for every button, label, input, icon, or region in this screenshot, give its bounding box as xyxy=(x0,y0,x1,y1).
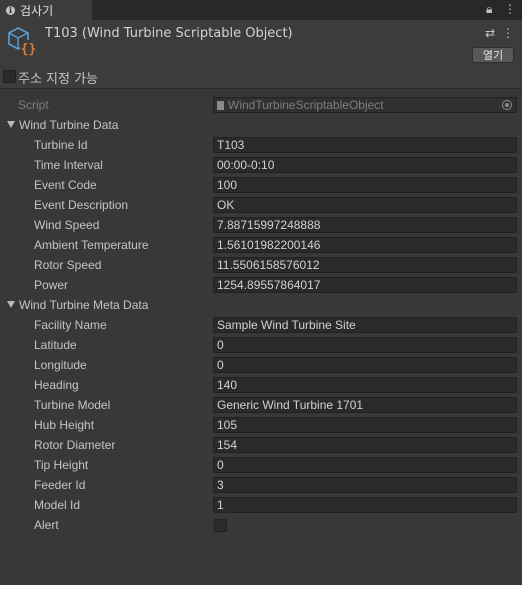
property-label: Time Interval xyxy=(34,158,103,172)
property-label: Ambient Temperature xyxy=(34,238,149,252)
property-field[interactable]: 00:00-0:10 xyxy=(213,157,517,173)
script-row: Script WindTurbineScriptableObject xyxy=(0,95,522,115)
alert-checkbox[interactable] xyxy=(214,519,227,532)
property-row: Rotor Diameter 154 xyxy=(0,435,522,455)
alert-label: Alert xyxy=(34,518,59,532)
property-label: Event Code xyxy=(34,178,97,192)
property-row: Longitude 0 xyxy=(0,355,522,375)
inspector-panel: i 검사기 🔒︎ ⋮ {} T103 (Wind Turbine Scripta… xyxy=(0,0,522,585)
object-header: {} T103 (Wind Turbine Scriptable Object)… xyxy=(0,20,522,64)
property-field[interactable]: 3 xyxy=(213,477,517,493)
info-icon: i xyxy=(6,5,15,15)
property-row: Rotor Speed 11.5506158576012 xyxy=(0,255,522,275)
property-field[interactable]: Sample Wind Turbine Site xyxy=(213,317,517,333)
property-label: Longitude xyxy=(34,358,87,372)
property-label: Heading xyxy=(34,378,79,392)
property-field[interactable]: Generic Wind Turbine 1701 xyxy=(213,397,517,413)
object-title: T103 (Wind Turbine Scriptable Object) xyxy=(45,26,293,41)
property-row: Wind Speed 7.88715997248888 xyxy=(0,215,522,235)
property-row: Latitude 0 xyxy=(0,335,522,355)
lock-icon[interactable]: 🔒︎ xyxy=(486,2,492,17)
script-value: WindTurbineScriptableObject xyxy=(228,98,384,112)
property-field[interactable]: 1254.89557864017 xyxy=(213,277,517,293)
property-row: Turbine Model Generic Wind Turbine 1701 xyxy=(0,395,522,415)
foldout-arrow-icon xyxy=(7,121,15,128)
property-label: Wind Speed xyxy=(34,218,100,232)
property-field[interactable]: 11.5506158576012 xyxy=(213,257,517,273)
property-field[interactable]: 0 xyxy=(213,457,517,473)
property-row: Facility Name Sample Wind Turbine Site xyxy=(0,315,522,335)
addressable-label: 주소 지정 가능 xyxy=(18,72,99,87)
property-label: Power xyxy=(34,278,69,292)
property-label: Rotor Speed xyxy=(34,258,102,272)
settings-sliders-icon[interactable]: ⇄ xyxy=(485,26,495,40)
property-row: Ambient Temperature 1.56101982200146 xyxy=(0,235,522,255)
property-field[interactable]: 140 xyxy=(213,377,517,393)
property-row: Event Code 100 xyxy=(0,175,522,195)
script-field[interactable]: WindTurbineScriptableObject xyxy=(213,97,517,113)
alert-row: Alert xyxy=(0,515,522,535)
tab-label: 검사기 xyxy=(20,3,54,18)
script-label: Script xyxy=(18,98,49,112)
foldout-wind-turbine-data[interactable]: Wind Turbine Data xyxy=(0,115,522,135)
property-row: Tip Height 0 xyxy=(0,455,522,475)
scriptable-object-icon: {} xyxy=(8,27,37,57)
property-row: Model Id 1 xyxy=(0,495,522,515)
property-row: Heading 140 xyxy=(0,375,522,395)
property-label: Latitude xyxy=(34,338,77,352)
property-field[interactable]: 154 xyxy=(213,437,517,453)
addressable-row: 주소 지정 가능 xyxy=(0,64,522,89)
property-label: Facility Name xyxy=(34,318,107,332)
tab-inspector[interactable]: i 검사기 xyxy=(0,0,92,20)
property-field[interactable]: 1 xyxy=(213,497,517,513)
foldout-title: Wind Turbine Meta Data xyxy=(19,298,149,312)
property-row: Power 1254.89557864017 xyxy=(0,275,522,295)
tab-bar: i 검사기 🔒︎ ⋮ xyxy=(0,0,522,20)
property-label: Turbine Model xyxy=(34,398,111,412)
property-field[interactable]: 7.88715997248888 xyxy=(213,217,517,233)
property-row: Turbine Id T103 xyxy=(0,135,522,155)
addressable-checkbox[interactable] xyxy=(3,70,16,83)
property-field[interactable]: 1.56101982200146 xyxy=(213,237,517,253)
script-file-icon xyxy=(217,101,224,110)
object-picker-icon[interactable] xyxy=(502,100,512,110)
property-row: Event Description OK xyxy=(0,195,522,215)
property-field[interactable]: 105 xyxy=(213,417,517,433)
property-label: Turbine Id xyxy=(34,138,88,152)
property-row: Hub Height 105 xyxy=(0,415,522,435)
property-label: Event Description xyxy=(34,198,129,212)
property-label: Tip Height xyxy=(34,458,89,472)
foldout-wind-turbine-meta-data[interactable]: Wind Turbine Meta Data xyxy=(0,295,522,315)
property-field[interactable]: 0 xyxy=(213,337,517,353)
foldout-title: Wind Turbine Data xyxy=(19,118,119,132)
property-label: Model Id xyxy=(34,498,81,512)
property-field[interactable]: 0 xyxy=(213,357,517,373)
property-row: Feeder Id 3 xyxy=(0,475,522,495)
property-field[interactable]: T103 xyxy=(213,137,517,153)
property-row: Time Interval 00:00-0:10 xyxy=(0,155,522,175)
property-label: Rotor Diameter xyxy=(34,438,116,452)
open-button[interactable]: 열기 xyxy=(472,47,514,63)
context-menu-icon[interactable]: ⋮ xyxy=(502,26,514,40)
property-field[interactable]: OK xyxy=(213,197,517,213)
property-label: Feeder Id xyxy=(34,478,86,492)
property-label: Hub Height xyxy=(34,418,95,432)
foldout-arrow-icon xyxy=(7,301,15,308)
property-field[interactable]: 100 xyxy=(213,177,517,193)
svg-text:{}: {} xyxy=(21,42,37,57)
kebab-menu-icon[interactable]: ⋮ xyxy=(504,2,516,16)
